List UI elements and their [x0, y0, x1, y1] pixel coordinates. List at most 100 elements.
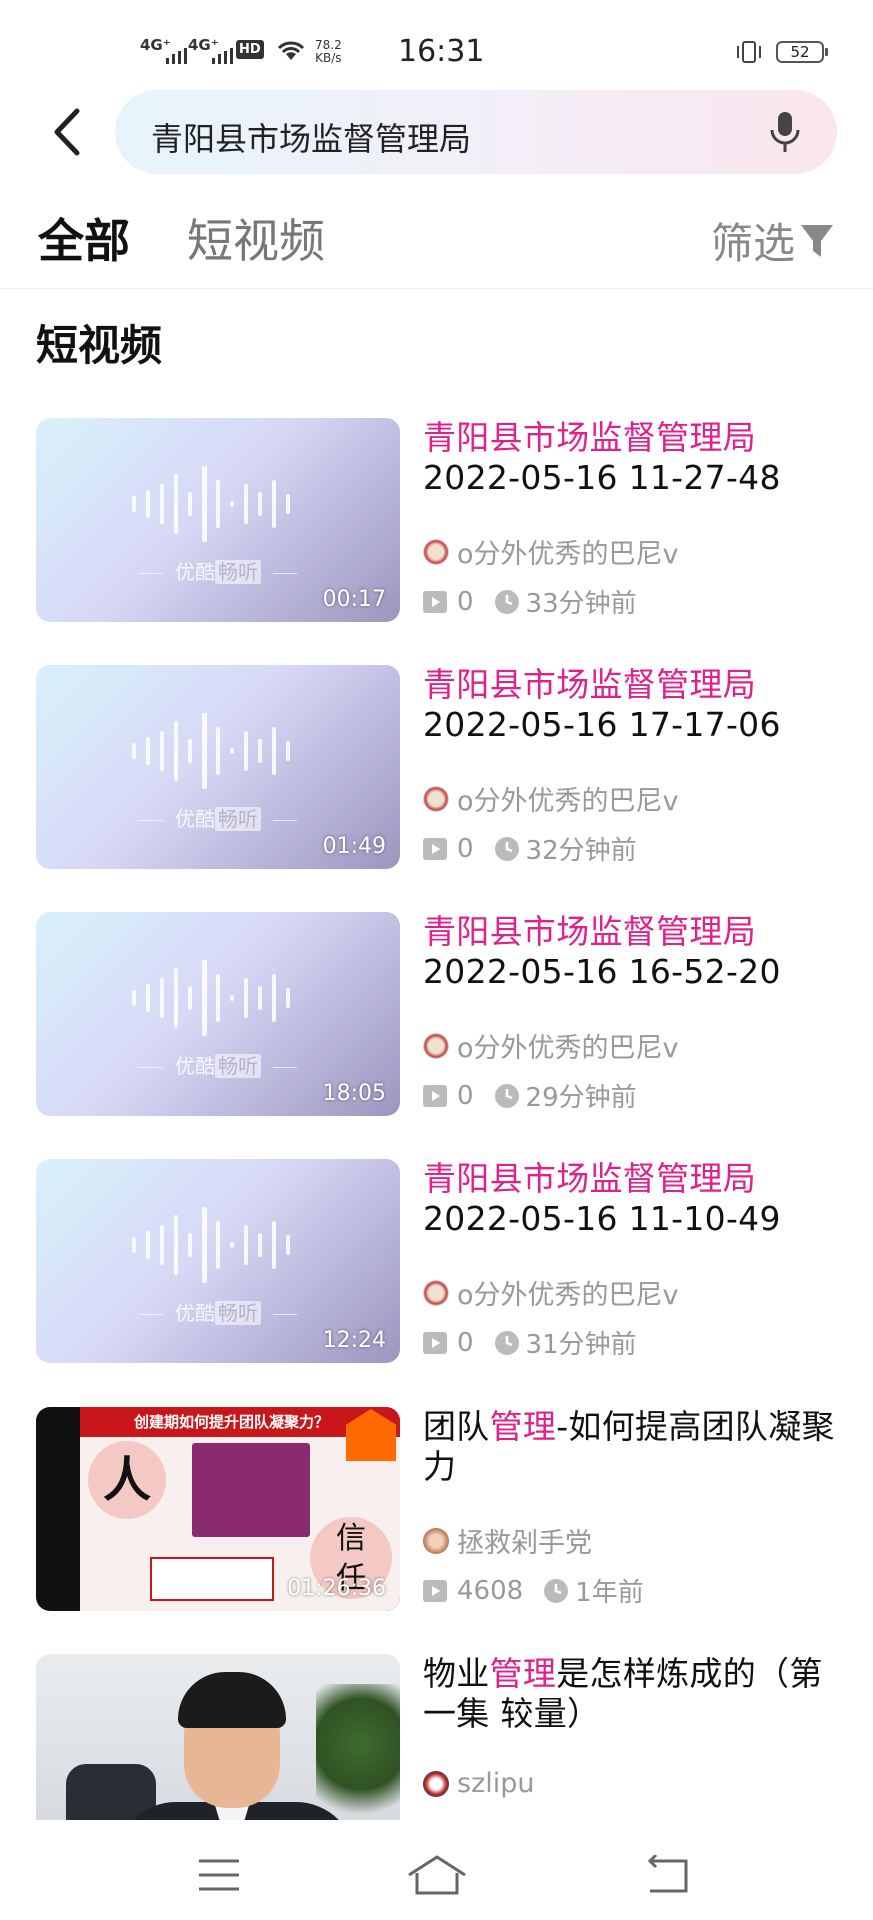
signal-bars-icon: [212, 48, 233, 64]
funnel-icon: [801, 224, 833, 257]
tab-all[interactable]: 全部: [38, 205, 130, 271]
video-title[interactable]: 青阳县市场监督管理局 2022-05-16 11-27-48: [423, 418, 843, 498]
video-result[interactable]: 优酷 畅听 00:17 青阳县市场监督管理局 2022-05-16 11-27-48…: [0, 418, 873, 628]
video-thumbnail[interactable]: 优酷 畅听 18:05: [36, 912, 400, 1116]
video-title[interactable]: 团队管理-如何提高团队凝聚力: [423, 1407, 843, 1487]
menu-icon: [199, 1859, 239, 1891]
play-count-icon: [423, 1579, 447, 1602]
play-count-icon: [423, 1084, 447, 1107]
upload-time: 1年前: [575, 1578, 644, 1608]
video-info: 青阳县市场监督管理局 2022-05-16 17-17-06 o分外优秀的巴尼v …: [423, 665, 843, 866]
video-result[interactable]: 物业管理是怎样炼成的（第一集 较量） szlipu: [0, 1654, 873, 1820]
thumbnail-watermark: 优酷 畅听: [36, 1297, 400, 1326]
play-count-icon: [423, 1331, 447, 1354]
video-title[interactable]: 物业管理是怎样炼成的（第一集 较量）: [423, 1654, 843, 1734]
recent-apps-button[interactable]: [174, 1840, 264, 1910]
video-thumbnail[interactable]: 创建期如何提升团队凝聚力？ 人 信任 01:26:36: [36, 1407, 400, 1611]
uploader[interactable]: o分外优秀的巴尼v: [423, 1026, 679, 1065]
uploader-name: o分外优秀的巴尼v: [457, 1280, 679, 1311]
uploader[interactable]: o分外优秀的巴尼v: [423, 532, 679, 571]
uploader-name: szlipu: [457, 1768, 535, 1799]
video-stats: 0 32分钟前: [423, 830, 637, 867]
play-count-icon: [423, 590, 447, 613]
filter-button[interactable]: 筛选: [711, 210, 835, 271]
video-result[interactable]: 优酷 畅听 12:24 青阳县市场监督管理局 2022-05-16 11-10-49…: [0, 1159, 873, 1369]
video-duration: 18:05: [322, 1081, 386, 1106]
uploader[interactable]: o分外优秀的巴尼v: [423, 779, 679, 818]
home-icon: [408, 1855, 466, 1895]
thumbnail-watermark: 优酷 畅听: [36, 556, 400, 585]
wifi-icon: [277, 41, 305, 60]
back-nav-button[interactable]: [621, 1840, 711, 1910]
back-icon: [647, 1855, 688, 1893]
video-thumbnail[interactable]: [36, 1654, 400, 1820]
clock-icon: [544, 1578, 569, 1603]
upload-time: 31分钟前: [525, 1330, 637, 1360]
slide-note: [150, 1557, 274, 1601]
tab-short-video[interactable]: 短视频: [187, 205, 325, 271]
video-title[interactable]: 青阳县市场监督管理局 2022-05-16 11-10-49: [423, 1159, 843, 1239]
voice-search-button[interactable]: [763, 108, 807, 156]
search-input[interactable]: 青阳县市场监督管理局: [115, 90, 837, 174]
battery-indicator: 52: [776, 41, 828, 63]
search-query: 青阳县市场监督管理局: [151, 120, 472, 158]
upload-time: 29分钟前: [525, 1083, 637, 1113]
thumbnail-plant: [316, 1684, 400, 1820]
video-title[interactable]: 青阳县市场监督管理局 2022-05-16 17-17-06: [423, 665, 843, 745]
avatar: [423, 1770, 449, 1797]
vibrate-icon: [737, 41, 761, 63]
video-duration: 01:49: [322, 834, 386, 859]
video-duration: 12:24: [322, 1328, 386, 1353]
slide-ren-circle: 人: [88, 1441, 166, 1519]
video-result[interactable]: 创建期如何提升团队凝聚力？ 人 信任 01:26:36 团队管理-如何提高团队凝…: [0, 1407, 873, 1617]
video-info: 青阳县市场监督管理局 2022-05-16 11-10-49 o分外优秀的巴尼v …: [423, 1159, 843, 1360]
audio-wave-icon: [132, 1207, 290, 1283]
network-speed: 78.2 KB/s: [315, 38, 342, 65]
clock-icon: [494, 589, 519, 614]
audio-wave-icon: [132, 960, 290, 1036]
slide-heading: 创建期如何提升团队凝聚力？: [134, 1413, 330, 1431]
hd-badge: HD: [236, 40, 264, 59]
play-count: 0: [457, 833, 474, 864]
video-result[interactable]: 优酷 畅听 01:49 青阳县市场监督管理局 2022-05-16 17-17-06…: [0, 665, 873, 875]
video-duration: 00:17: [322, 587, 386, 612]
home-button[interactable]: [392, 1840, 482, 1910]
video-info: 物业管理是怎样炼成的（第一集 较量） szlipu: [423, 1654, 843, 1799]
back-button[interactable]: [38, 100, 94, 164]
uploader[interactable]: 拯救剁手党: [423, 1521, 592, 1560]
microphone-icon: [770, 112, 800, 152]
avatar: [423, 538, 449, 565]
play-count-icon: [423, 837, 447, 860]
video-thumbnail[interactable]: 优酷 畅听 01:49: [36, 665, 400, 869]
play-count: 0: [457, 586, 474, 617]
status-bar: 4G⁺ 4G⁺ HD 78.2 KB/s 16:31 52: [0, 0, 873, 90]
thumbnail-watermark: 优酷 畅听: [36, 1050, 400, 1079]
avatar: [423, 785, 449, 812]
filter-label: 筛选: [710, 219, 795, 268]
video-stats: 0 31分钟前: [423, 1324, 637, 1361]
video-title[interactable]: 青阳县市场监督管理局 2022-05-16 16-52-20: [423, 912, 843, 992]
video-info: 团队管理-如何提高团队凝聚力 拯救剁手党 4608 1年前: [423, 1407, 843, 1608]
video-stats: 4608 1年前: [423, 1572, 644, 1609]
play-count: 0: [457, 1080, 474, 1111]
audio-wave-icon: [132, 466, 290, 542]
uploader[interactable]: szlipu: [423, 1768, 535, 1799]
avatar: [423, 1527, 449, 1554]
video-thumbnail[interactable]: 优酷 畅听 12:24: [36, 1159, 400, 1363]
uploader[interactable]: o分外优秀的巴尼v: [423, 1273, 679, 1312]
clock-icon: [494, 836, 519, 861]
search-results-page: 4G⁺ 4G⁺ HD 78.2 KB/s 16:31 52 青阳县市场监督管理局…: [0, 0, 873, 1920]
video-result[interactable]: 优酷 畅听 18:05 青阳县市场监督管理局 2022-05-16 16-52-20…: [0, 912, 873, 1122]
upload-time: 33分钟前: [525, 589, 637, 619]
video-stats: 0 29分钟前: [423, 1077, 637, 1114]
chevron-left-icon: [54, 108, 80, 156]
play-count: 4608: [457, 1575, 524, 1606]
system-nav-bar: [0, 1820, 873, 1920]
uploader-name: o分外优秀的巴尼v: [457, 1033, 679, 1064]
tabs-divider: [0, 288, 873, 289]
thumbnail-hair: [178, 1672, 286, 1728]
video-info: 青阳县市场监督管理局 2022-05-16 11-27-48 o分外优秀的巴尼v …: [423, 418, 843, 619]
video-thumbnail[interactable]: 优酷 畅听 00:17: [36, 418, 400, 622]
clock: 16:31: [398, 34, 485, 69]
section-title: 短视频: [36, 321, 163, 370]
